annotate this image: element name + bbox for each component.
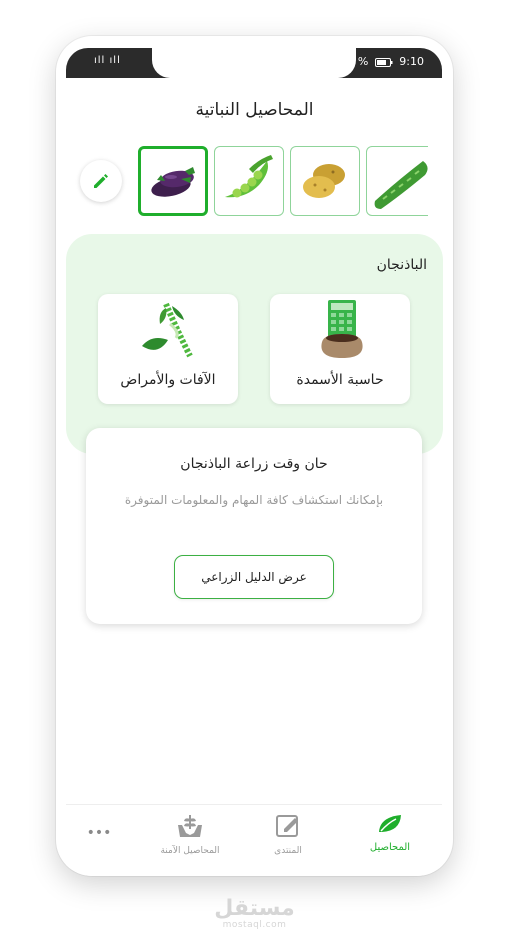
pests-diseases-card[interactable]: الآفات والأمراض — [98, 294, 238, 404]
watermark-logo: مستقل — [214, 896, 295, 921]
nav-forum[interactable]: المنتدى — [258, 813, 318, 856]
planting-info-card: حان وقت زراعة الباذنجان بإمكانك استكشاف … — [86, 428, 422, 624]
crop-cucumber[interactable] — [366, 146, 428, 216]
info-description: بإمكانك استكشاف كافة المهام والمعلومات ا… — [124, 493, 384, 507]
bottom-nav: المحاصيل المنتدى المحاصيل الآمنة ••• — [66, 804, 442, 876]
crop-selector — [136, 146, 428, 220]
fertilizer-calculator-icon — [321, 300, 363, 358]
status-bar: ıll ıll % 9:10 — [66, 48, 442, 78]
more-menu-button[interactable]: ••• — [84, 825, 114, 841]
page-title: المحاصيل النباتية — [195, 100, 314, 120]
nav-safe-crops-label: المحاصيل الآمنة — [160, 846, 220, 856]
crop-peas[interactable] — [214, 146, 284, 216]
leaf-icon — [379, 815, 401, 832]
crop-potato[interactable] — [290, 146, 360, 216]
potato-icon — [303, 164, 345, 198]
cucumber-icon — [374, 161, 428, 209]
peas-icon — [225, 155, 273, 198]
signal-indicator: ıll ıll — [94, 55, 121, 66]
phone-frame: ıll ıll % 9:10 المحاصيل النباتية الباذنج… — [56, 36, 453, 876]
battery-percent: % — [357, 55, 369, 68]
clock: 9:10 — [399, 55, 424, 68]
notch — [152, 48, 356, 78]
nav-crops-label: المحاصيل — [369, 842, 411, 853]
forum-edit-icon — [276, 815, 298, 837]
watermark: مستقل mostaql.com — [0, 896, 509, 931]
watermark-url: mostaql.com — [222, 920, 287, 930]
pests-diseases-icon — [142, 302, 193, 358]
eggplant-icon — [151, 167, 195, 197]
pests-diseases-label: الآفات والأمراض — [120, 372, 216, 388]
hands-plant-icon — [178, 815, 202, 837]
selected-crop-title: الباذنجان — [376, 257, 427, 273]
status-right: % 9:10 — [358, 55, 424, 68]
crop-eggplant[interactable] — [138, 146, 208, 216]
edit-crops-button[interactable] — [80, 160, 122, 202]
nav-crops[interactable]: المحاصيل — [354, 813, 426, 853]
view-guide-button[interactable]: عرض الدليل الزراعي — [174, 555, 334, 599]
nav-safe-crops[interactable]: المحاصيل الآمنة — [148, 813, 232, 856]
pencil-icon — [94, 174, 108, 188]
fertilizer-calculator-label: حاسبة الأسمدة — [296, 372, 384, 388]
battery-icon — [374, 57, 393, 67]
info-title: حان وقت زراعة الباذنجان — [180, 456, 328, 472]
nav-forum-label: المنتدى — [274, 846, 302, 856]
fertilizer-calculator-card[interactable]: حاسبة الأسمدة — [270, 294, 410, 404]
